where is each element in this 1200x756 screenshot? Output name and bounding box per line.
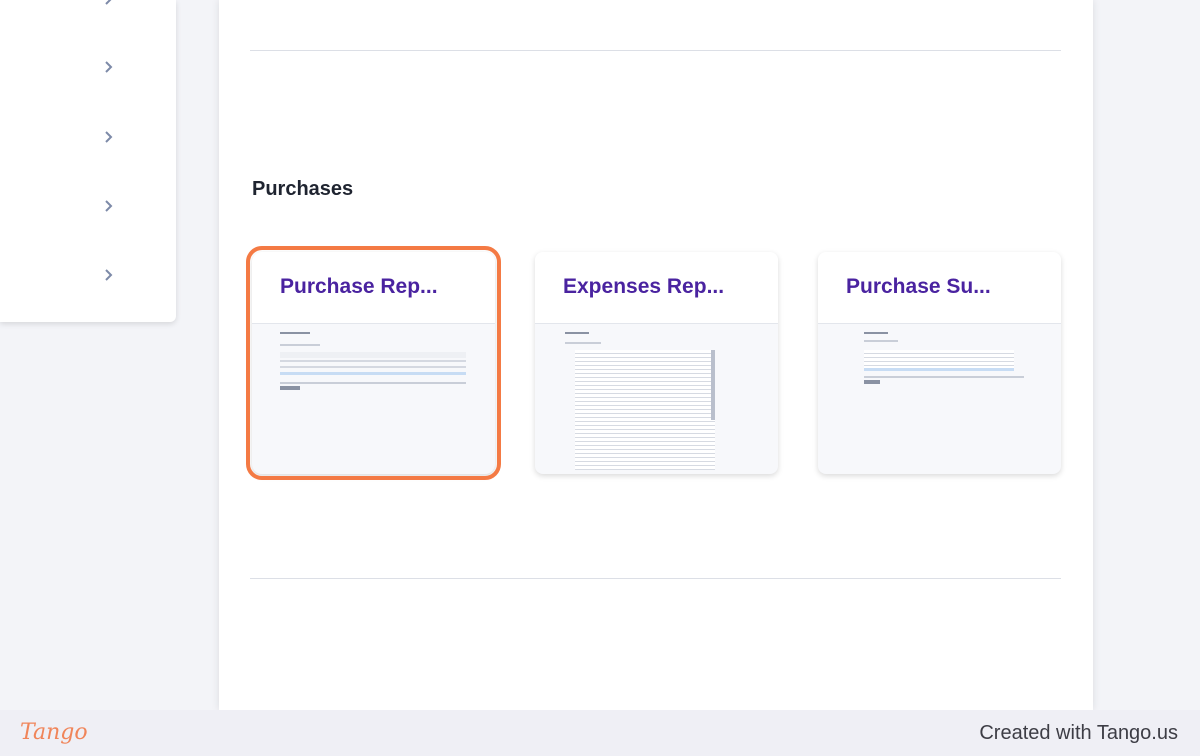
tango-logo: Tango (20, 720, 88, 745)
footer-bar: Tango Created with Tango.us (0, 710, 1200, 756)
footer-credit: Created with Tango.us (979, 722, 1178, 744)
report-thumbnail (565, 330, 765, 470)
section-title: Purchases (252, 178, 354, 200)
card-title: Purchase Rep... (280, 275, 438, 298)
divider (250, 50, 1061, 51)
main-panel: Purchases Purchase Rep... Expenses Rep..… (219, 0, 1093, 710)
chevron-right-icon[interactable] (101, 0, 115, 6)
report-card-purchase-summary[interactable]: Purchase Su... (818, 252, 1061, 474)
chevron-right-icon[interactable] (101, 268, 115, 282)
report-thumbnail (280, 330, 482, 470)
sidebar (0, 0, 176, 322)
chevron-right-icon[interactable] (101, 60, 115, 74)
card-title: Purchase Su... (846, 275, 991, 298)
report-card-expenses-report[interactable]: Expenses Rep... (535, 252, 778, 474)
chevron-right-icon[interactable] (101, 199, 115, 213)
report-thumbnail (848, 330, 1048, 470)
chevron-right-icon[interactable] (101, 130, 115, 144)
divider (250, 578, 1061, 579)
report-card-purchase-report[interactable]: Purchase Rep... (246, 246, 501, 480)
card-title: Expenses Rep... (563, 275, 725, 298)
